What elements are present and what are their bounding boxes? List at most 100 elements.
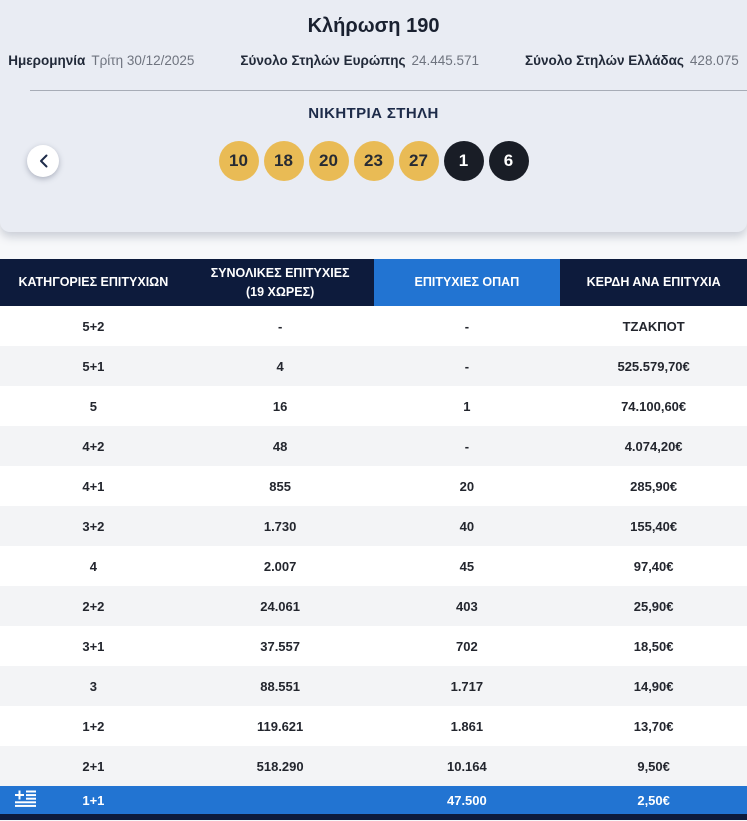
- winning-column-title: ΝΙΚΗΤΡΙΑ ΣΤΗΛΗ: [308, 105, 439, 122]
- cell-opap-wins: -: [373, 346, 561, 386]
- table-row: 3+1 37.557 702 18,50€: [0, 626, 747, 666]
- cell-opap-wins: 702: [456, 638, 478, 654]
- cell-total-wins: 518.290: [186, 746, 374, 786]
- cell-category: 4: [89, 558, 97, 574]
- draw-title: Κλήρωση 190: [307, 15, 440, 37]
- cell-total-wins: 4: [186, 346, 374, 386]
- winning-number-ball-main: 27: [398, 141, 439, 181]
- cell-opap-wins: -: [464, 318, 470, 334]
- table-row: 4+1 855 20 285,90€: [0, 466, 747, 506]
- cell-category: 1+2: [82, 718, 105, 734]
- results-table: ΚΑΤΗΓΟΡΙΕΣ ΕΠΙΤΥΧΙΩΝ ΣΥΝΟΛΙΚΕΣ ΕΠΙΤΥΧΙΕΣ…: [0, 259, 747, 814]
- cell-total-wins: 88.551: [186, 666, 374, 706]
- draw-date: Ημερομηνία Τρίτη 30/12/2025: [8, 53, 194, 68]
- table-row: 3 88.551 1.717 14,90€: [0, 666, 747, 706]
- cell-prize: 9,50€: [560, 746, 747, 786]
- cell-prize: 285,90€: [630, 478, 678, 494]
- cell-category: 2+1: [0, 746, 187, 786]
- cell-category: 5+2: [82, 318, 105, 334]
- cell-total-wins: 855: [269, 478, 291, 494]
- winning-number-ball-main: 23: [353, 141, 394, 181]
- table-row: 2+1 518.290 10.164 9,50€: [0, 746, 747, 786]
- cell-category: 3+1: [82, 638, 105, 654]
- cell-prize: 74.100,60€: [621, 398, 687, 414]
- cell-total-wins: 16: [272, 398, 288, 414]
- cell-total-wins: 37.557: [260, 638, 300, 654]
- draw-meta-row: Ημερομηνία Τρίτη 30/12/2025 Σύνολο Στηλώ…: [0, 53, 747, 68]
- cell-opap-wins: 10.164: [373, 746, 561, 786]
- cell-total-wins: 48: [186, 426, 374, 466]
- winning-number-ball-bonus: 1: [443, 141, 484, 181]
- cell-prize: 25,90€: [560, 586, 747, 626]
- greek-flag-icon: [15, 790, 36, 807]
- cell-prize: 13,70€: [633, 718, 674, 734]
- table-row: 4 2.007 45 97,40€: [0, 546, 747, 586]
- chevron-left-icon: [39, 154, 48, 168]
- cell-category: 3+2: [0, 506, 187, 546]
- cell-category: 4+1: [82, 478, 105, 494]
- cell-category: 1+1: [0, 786, 187, 814]
- cell-category: 2+2: [0, 586, 187, 626]
- cell-opap-wins: 1.861: [450, 718, 484, 734]
- table-row: 4+2 48 - 4.074,20€: [0, 426, 747, 466]
- europe-columns-total: Σύνολο Στηλών Ευρώπης 24.445.571: [240, 53, 479, 68]
- greece-columns-value: 428.075: [689, 53, 739, 68]
- draw-summary-card: Κλήρωση 190 Ημερομηνία Τρίτη 30/12/2025 …: [0, 0, 747, 232]
- winning-number-ball-bonus: 6: [488, 141, 529, 181]
- cell-prize: 4.074,20€: [560, 426, 747, 466]
- cell-opap-wins: 1.717: [373, 666, 561, 706]
- flag-slot: [15, 790, 36, 810]
- cell-total-wins: 1.730: [186, 506, 374, 546]
- results-table-body: 5+2 - - ΤΖΑΚΠΟΤ 5+1 4 - 525.579,70€ 5 16…: [0, 306, 747, 814]
- results-table-header: ΚΑΤΗΓΟΡΙΕΣ ΕΠΙΤΥΧΙΩΝ ΣΥΝΟΛΙΚΕΣ ΕΠΙΤΥΧΙΕΣ…: [0, 259, 747, 306]
- winning-number-ball-main: 10: [218, 141, 259, 181]
- greece-columns-label: Σύνολο Στηλών Ελλάδας: [525, 53, 684, 68]
- cell-opap-wins: 45: [459, 558, 475, 574]
- column-header-opap-wins: ΕΠΙΤΥΧΙΕΣ ΟΠΑΠ: [373, 259, 561, 306]
- draw-results-page: Κλήρωση 190 Ημερομηνία Τρίτη 30/12/2025 …: [0, 0, 747, 821]
- cell-prize: 155,40€: [560, 506, 747, 546]
- cell-category: 5+1: [0, 346, 187, 386]
- table-row: 1+2 119.621 1.861 13,70€: [0, 706, 747, 746]
- table-row: 5+2 - - ΤΖΑΚΠΟΤ: [0, 306, 747, 346]
- cell-opap-wins: -: [373, 426, 561, 466]
- table-row: 2+2 24.061 403 25,90€: [0, 586, 747, 626]
- cell-prize: 97,40€: [633, 558, 674, 574]
- table-row: 5+1 4 - 525.579,70€: [0, 346, 747, 386]
- column-header-prize: ΚΕΡΔΗ ΑΝΑ ΕΠΙΤΥΧΙΑ: [560, 259, 747, 306]
- greece-columns-total: Σύνολο Στηλών Ελλάδας 428.075: [525, 53, 739, 68]
- cell-opap-wins: 403: [373, 586, 561, 626]
- table-row: 3+2 1.730 40 155,40€: [0, 506, 747, 546]
- column-header-categories: ΚΑΤΗΓΟΡΙΕΣ ΕΠΙΤΥΧΙΩΝ: [0, 259, 187, 306]
- column-header-total-wins: ΣΥΝΟΛΙΚΕΣ ΕΠΙΤΥΧΙΕΣ (19 ΧΩΡΕΣ): [186, 259, 374, 306]
- cell-prize: 18,50€: [633, 638, 674, 654]
- draw-date-value: Τρίτη 30/12/2025: [91, 53, 195, 68]
- table-row: 5 16 1 74.100,60€: [0, 386, 747, 426]
- cell-opap-wins: 1: [463, 398, 471, 414]
- europe-columns-label: Σύνολο Στηλών Ευρώπης: [240, 53, 406, 68]
- cell-total-wins: -: [277, 318, 283, 334]
- cell-opap-wins: 20: [459, 478, 475, 494]
- winning-number-ball-main: 20: [308, 141, 349, 181]
- table-footer-bar: [0, 814, 747, 820]
- cell-prize: 2,50€: [560, 786, 747, 814]
- cell-prize: 525.579,70€: [560, 346, 747, 386]
- winning-number-ball-main: 18: [263, 141, 304, 181]
- previous-draw-button[interactable]: [27, 145, 59, 177]
- cell-total-wins: 2.007: [263, 558, 297, 574]
- table-row: 1+1 47.500 2,50€: [0, 786, 747, 814]
- cell-category: 3: [0, 666, 187, 706]
- draw-date-label: Ημερομηνία: [8, 53, 86, 68]
- cell-category: 4+2: [0, 426, 187, 466]
- cell-prize: 14,90€: [560, 666, 747, 706]
- europe-columns-value: 24.445.571: [411, 53, 480, 68]
- cell-prize: ΤΖΑΚΠΟΤ: [622, 318, 685, 334]
- cell-total-wins: [186, 786, 374, 814]
- cell-total-wins: 119.621: [256, 718, 304, 734]
- cell-category: 5: [89, 398, 97, 414]
- section-gap: [0, 232, 747, 259]
- cell-opap-wins: 40: [373, 506, 561, 546]
- cell-opap-wins: 47.500: [373, 786, 561, 814]
- winning-numbers-row: 10 18 20 23 27 1 6: [0, 141, 747, 181]
- cell-total-wins: 24.061: [186, 586, 374, 626]
